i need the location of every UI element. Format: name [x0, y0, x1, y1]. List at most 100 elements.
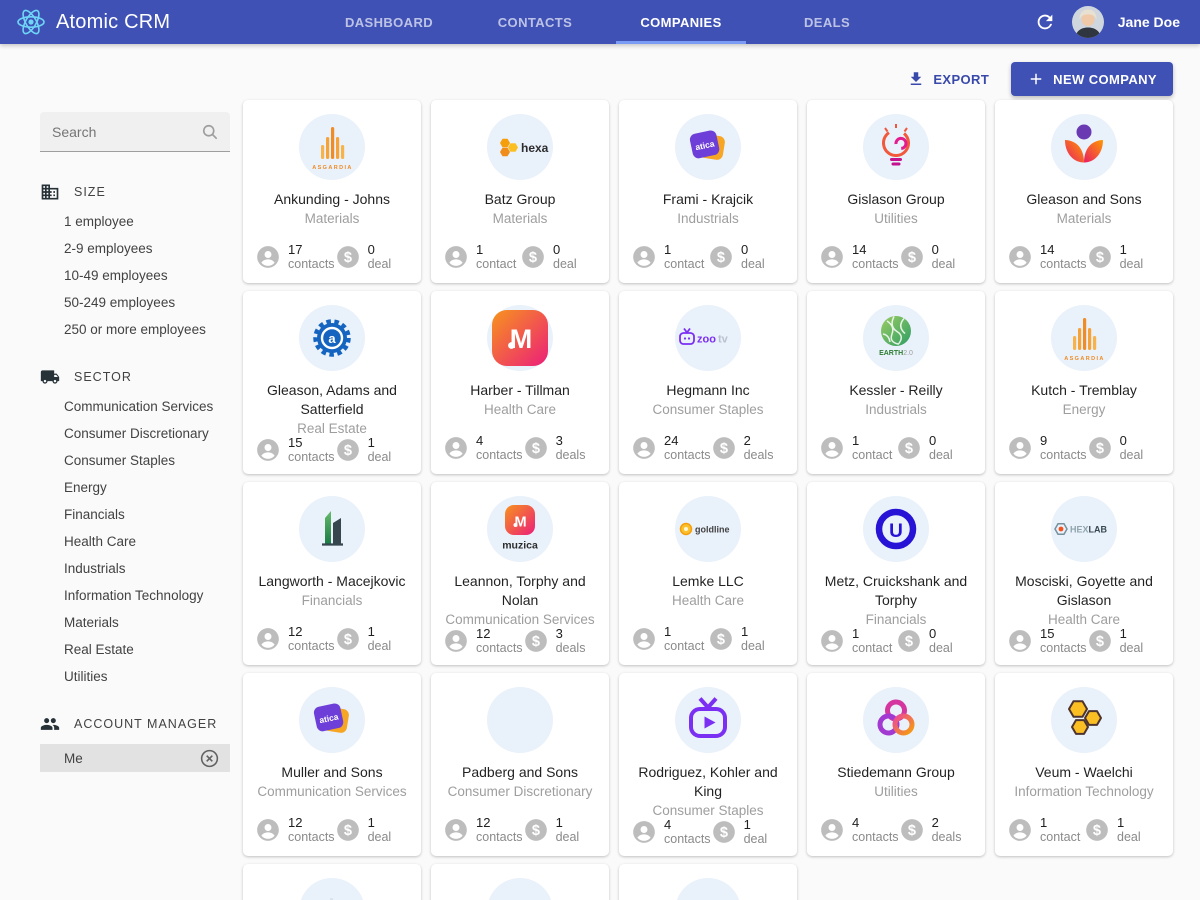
filter-section-header: SECTOR [40, 367, 230, 387]
filter-option[interactable]: 250 or more employees [64, 322, 230, 337]
svg-text:ASGARDIA: ASGARDIA [1064, 356, 1105, 362]
new-company-button[interactable]: NEW COMPANY [1011, 62, 1173, 96]
contacts-stat-text: 14contacts [1040, 243, 1087, 271]
person-icon [631, 435, 657, 461]
user-avatar[interactable] [1072, 6, 1104, 38]
svg-text:$: $ [905, 634, 913, 650]
tab-companies[interactable]: COMPANIES [608, 0, 754, 44]
filter-option[interactable]: Communication Services [64, 399, 230, 414]
filter-section-title: ACCOUNT MANAGER [74, 717, 217, 731]
company-sector: Information Technology [1014, 784, 1153, 799]
filter-option[interactable]: 50-249 employees [64, 295, 230, 310]
filter-option[interactable]: Utilities [64, 669, 230, 684]
contacts-stat-label: contacts [852, 830, 899, 844]
company-card[interactable]: ASGARDIAAnkunding - JohnsMaterials17cont… [243, 100, 421, 283]
contacts-stat-text: 1contact [852, 627, 892, 655]
filter-option[interactable]: Financials [64, 507, 230, 522]
main-nav: DASHBOARDCONTACTSCOMPANIESDEALS [316, 0, 900, 44]
company-card[interactable]: aGleason, Adams and SatterfieldReal Esta… [243, 291, 421, 474]
person-icon [443, 817, 469, 843]
company-card-partial[interactable]: {} [431, 864, 609, 900]
filter-option[interactable]: Industrials [64, 561, 230, 576]
company-card[interactable]: Veum - WaelchiInformation Technology1con… [995, 673, 1173, 856]
contacts-stat: 15contacts [255, 436, 335, 464]
company-stats: 15contacts$1deal [1007, 627, 1161, 655]
deals-stat: $0deal [896, 434, 973, 462]
company-card[interactable]: HEXLABMosciski, Goyette and GislasonHeal… [995, 482, 1173, 665]
filter-option[interactable]: Consumer Discretionary [64, 426, 230, 441]
contacts-stat-count: 9 [1040, 434, 1087, 448]
company-card[interactable]: Gislason GroupUtilities14contacts$0deal [807, 100, 985, 283]
contacts-stat-text: 1contact [1040, 816, 1080, 844]
dollar-icon: $ [1084, 817, 1110, 843]
deals-stat-label: deal [1120, 641, 1144, 655]
company-logo-muzica-sm [487, 687, 553, 753]
deals-stat-text: 1deal [368, 436, 392, 464]
filter-section: SECTOR Communication Services Consumer Dis… [40, 367, 230, 684]
company-card[interactable]: Padberg and SonsConsumer Discretionary12… [431, 673, 609, 856]
contacts-stat-label: contact [664, 257, 704, 271]
filter-option[interactable]: Consumer Staples [64, 453, 230, 468]
company-card[interactable]: EARTH2.0Kessler - ReillyIndustrials1cont… [807, 291, 985, 474]
filter-option[interactable]: Energy [64, 480, 230, 495]
company-card[interactable]: UMetz, Cruickshank and TorphyFinancials1… [807, 482, 985, 665]
tab-deals[interactable]: DEALS [754, 0, 900, 44]
person-icon [819, 435, 845, 461]
company-card[interactable]: Gleason and SonsMaterials14contacts$1dea… [995, 100, 1173, 283]
filter-option[interactable]: 2-9 employees [64, 241, 230, 256]
contacts-stat-count: 1 [476, 243, 516, 257]
active-filter-chip[interactable]: Me [40, 744, 230, 772]
company-card[interactable]: ASGARDIAKutch - TremblayEnergy9contacts$… [995, 291, 1173, 474]
company-name: Gleason, Adams and Satterfield [255, 381, 409, 419]
deals-stat: $0deal [896, 627, 973, 655]
company-card[interactable]: MmuzicaLeannon, Torphy and NolanCommunic… [431, 482, 609, 665]
company-card[interactable]: Langworth - MacejkovicFinancials12contac… [243, 482, 421, 665]
company-logo-muzica-lg: M [487, 305, 553, 371]
company-card[interactable]: Rodriguez, Kohler and KingConsumer Stapl… [619, 673, 797, 856]
deals-stat: $1deal [335, 625, 409, 653]
filter-option[interactable]: Materials [64, 615, 230, 630]
svg-text:zoo: zoo [697, 334, 716, 346]
remove-filter-icon[interactable] [199, 748, 220, 769]
svg-text:$: $ [531, 823, 539, 839]
contacts-stat-text: 9contacts [1040, 434, 1087, 462]
deals-stat-count: 2 [744, 434, 774, 448]
company-card[interactable]: aticaFrami - KrajcikIndustrials1contact$… [619, 100, 797, 283]
filter-option[interactable]: 10-49 employees [64, 268, 230, 283]
contacts-stat-text: 15contacts [288, 436, 335, 464]
company-logo-tv [675, 687, 741, 753]
filter-option[interactable]: Health Care [64, 534, 230, 549]
company-card[interactable]: MHarber - TillmanHealth Care4contacts$3d… [431, 291, 609, 474]
filter-option[interactable]: 1 employee [64, 214, 230, 229]
company-sector: Health Care [484, 402, 556, 417]
deals-stat-label: deal [929, 448, 953, 462]
contacts-stat-count: 15 [1040, 627, 1087, 641]
export-button[interactable]: EXPORT [899, 64, 997, 94]
company-card[interactable]: aticaMuller and SonsCommunication Servic… [243, 673, 421, 856]
company-card[interactable]: hexaBatz GroupMaterials1contact$0deal [431, 100, 609, 283]
brand[interactable]: Atomic CRM [16, 7, 170, 37]
company-logo-hexa-icon [1051, 687, 1117, 753]
filter-section-header: ACCOUNT MANAGER [40, 714, 230, 734]
company-card[interactable]: goldlineLemke LLCHealth Care1contact$1de… [619, 482, 797, 665]
refresh-button[interactable] [1032, 9, 1058, 35]
deals-stat-label: deals [556, 448, 586, 462]
company-card[interactable]: Stiedemann GroupUtilities4contacts$2deal… [807, 673, 985, 856]
svg-text:M: M [510, 324, 533, 354]
company-card-partial[interactable] [619, 864, 797, 900]
company-card[interactable]: zootvHegmann IncConsumer Staples24contac… [619, 291, 797, 474]
tab-dashboard[interactable]: DASHBOARD [316, 0, 462, 44]
company-name: Frami - Krajcik [663, 190, 753, 209]
person-icon [631, 626, 657, 652]
tab-contacts[interactable]: CONTACTS [462, 0, 608, 44]
filter-option[interactable]: Real Estate [64, 642, 230, 657]
contacts-stat-label: contact [852, 448, 892, 462]
contacts-stat-label: contacts [288, 450, 335, 464]
dollar-icon: $ [523, 628, 549, 654]
deals-stat-label: deal [744, 832, 768, 846]
contacts-stat-count: 12 [476, 627, 523, 641]
deals-stat-text: 3deals [556, 434, 586, 462]
company-card-partial[interactable] [243, 864, 421, 900]
search-box[interactable] [40, 112, 230, 152]
filter-option[interactable]: Information Technology [64, 588, 230, 603]
